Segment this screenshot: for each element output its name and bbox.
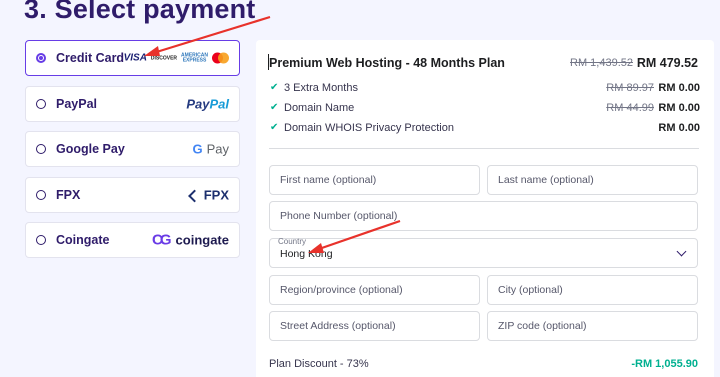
plan-price: RM 479.52 [636, 56, 698, 70]
page-heading: 3. Select payment [24, 0, 256, 24]
feature-row: ✔ Domain Name RM 44.99 RM 0.00 [270, 102, 700, 114]
payment-option-paypal[interactable]: PayPal Pay Pal [25, 86, 240, 122]
divider [269, 148, 699, 149]
plan-old-price: RM 1,439.52 [570, 57, 633, 69]
last-name-input[interactable] [488, 166, 697, 194]
plan-discount-label: Plan Discount - 73% [269, 358, 369, 370]
phone-field[interactable] [269, 201, 698, 231]
radio-icon[interactable] [36, 235, 46, 245]
radio-icon[interactable] [36, 144, 46, 154]
country-value: Hong Kong [280, 248, 333, 260]
country-label: Country [278, 237, 307, 246]
fpx-logo-icon: FPX [190, 188, 229, 203]
zip-field[interactable] [487, 311, 698, 341]
region-input[interactable] [270, 276, 479, 304]
zip-input[interactable] [488, 312, 697, 340]
discover-logo-icon: DISCOVER [150, 55, 178, 61]
payment-option-fpx[interactable]: FPX FPX [25, 177, 240, 213]
amex-logo-icon: AMERICAN EXPRESS [181, 52, 208, 63]
payment-option-google-pay[interactable]: Google Pay G Pay [25, 131, 240, 167]
region-field[interactable] [269, 275, 480, 305]
payment-option-label: Google Pay [56, 142, 125, 156]
coingate-logo-icon: CG coingate [152, 231, 229, 249]
city-input[interactable] [488, 276, 697, 304]
street-field[interactable] [269, 311, 480, 341]
google-pay-logo-icon: G Pay [192, 141, 229, 157]
order-summary-panel: Premium Web Hosting - 48 Months Plan RM … [256, 40, 714, 377]
phone-input[interactable] [270, 202, 697, 230]
feature-row: ✔ Domain WHOIS Privacy Protection RM 0.0… [270, 122, 700, 134]
visa-logo-icon: VISA [123, 52, 147, 64]
radio-selected-icon[interactable] [36, 53, 46, 63]
radio-icon[interactable] [36, 190, 46, 200]
payment-option-label: Credit Card [56, 51, 125, 65]
plan-discount-value: -RM 1,055.90 [631, 358, 698, 370]
payment-option-coingate[interactable]: Coingate CG coingate [25, 222, 240, 258]
checkmark-icon: ✔ [270, 122, 279, 133]
checkmark-icon: ✔ [270, 102, 279, 113]
first-name-field[interactable] [269, 165, 480, 195]
plan-title: Premium Web Hosting - 48 Months Plan [269, 56, 505, 70]
country-select[interactable]: Country Hong Kong [269, 237, 698, 268]
feature-row: ✔ 3 Extra Months RM 89.97 RM 0.00 [270, 82, 700, 94]
payment-option-label: PayPal [56, 97, 98, 111]
city-field[interactable] [487, 275, 698, 305]
mastercard-logo-icon [212, 52, 229, 64]
street-input[interactable] [270, 312, 479, 340]
chevron-down-icon[interactable] [676, 246, 687, 257]
paypal-logo-icon: Pay Pal [186, 96, 229, 112]
first-name-input[interactable] [270, 166, 479, 194]
card-logos: VISA DISCOVER AMERICAN EXPRESS [123, 52, 229, 64]
payment-option-label: FPX [56, 188, 81, 202]
radio-icon[interactable] [36, 99, 46, 109]
last-name-field[interactable] [487, 165, 698, 195]
checkmark-icon: ✔ [270, 82, 279, 93]
payment-option-credit-card[interactable]: Credit Card VISA DISCOVER AMERICAN EXPRES… [25, 40, 240, 76]
payment-option-label: Coingate [56, 233, 110, 247]
